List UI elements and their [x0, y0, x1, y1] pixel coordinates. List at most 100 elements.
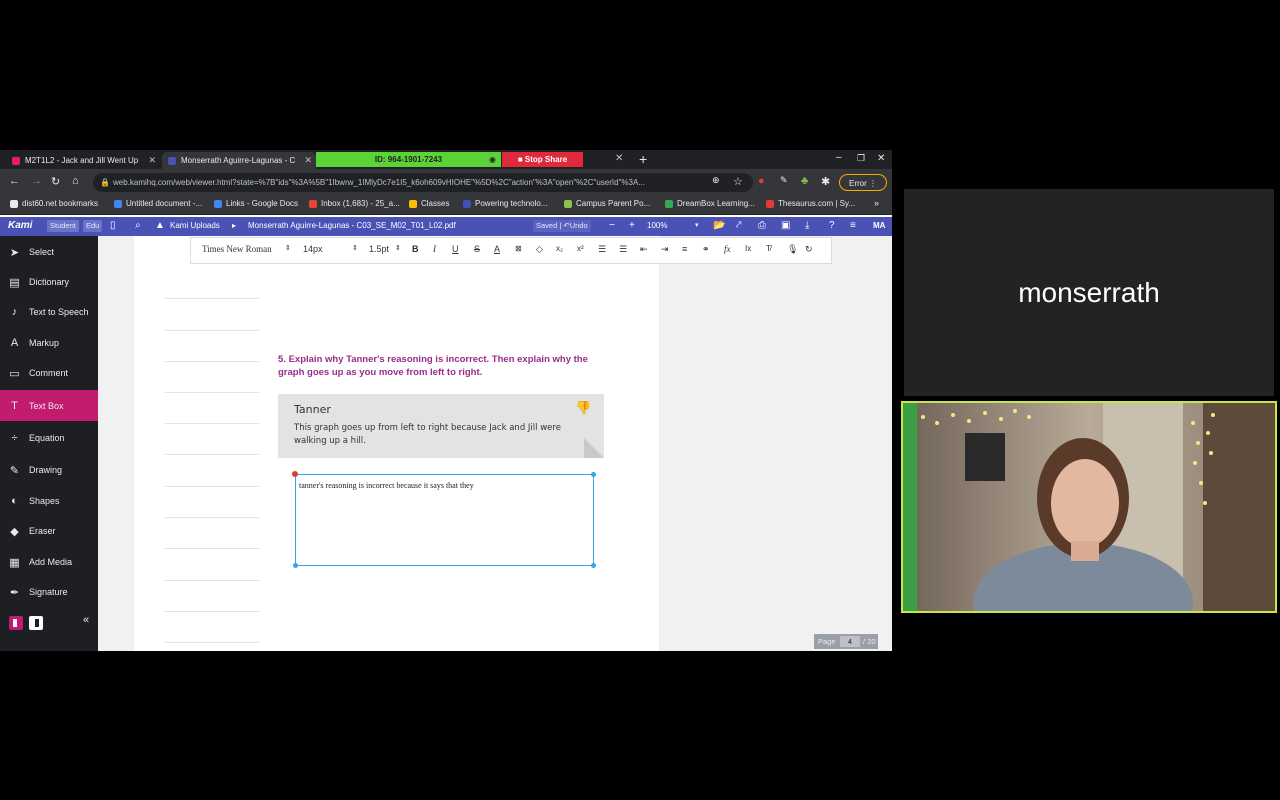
url-field[interactable]: 🔒 web.kamihq.com/web/viewer.html?state=%…	[93, 173, 753, 192]
clear-format-icon[interactable]: Ix	[745, 244, 751, 253]
user-avatar[interactable]: MA	[873, 221, 885, 230]
answer-text-box[interactable]: tanner's reasoning is incorrect because …	[292, 471, 596, 568]
font-size-field[interactable]: 14px	[303, 244, 323, 254]
delete-handle[interactable]	[292, 471, 298, 477]
share-icon[interactable]: ⤤	[736, 220, 742, 231]
align-left-icon[interactable]: ≡	[682, 244, 687, 254]
formula-icon[interactable]: fx	[724, 244, 731, 254]
sidebar-item-label: Add Media	[29, 557, 73, 567]
bold-icon[interactable]: B	[412, 244, 419, 254]
layout-toggle-right[interactable]	[29, 616, 43, 630]
search-icon[interactable]: ⌕	[135, 220, 141, 231]
collapse-sidebar-icon[interactable]: «	[83, 614, 89, 626]
breadcrumb-folder[interactable]: Kami Uploads	[170, 221, 220, 230]
close-tab-icon[interactable]: ✕	[148, 155, 156, 166]
reload-icon[interactable]: ↻	[51, 175, 60, 188]
superscript-icon[interactable]: x²	[577, 244, 584, 253]
line-height-select[interactable]: 1.5pt	[369, 244, 389, 254]
markup-icon: A	[10, 337, 19, 349]
document-filename[interactable]: Monserrath Aguirre-Lagunas - C03_SE_M02_…	[248, 221, 456, 230]
text-color-icon[interactable]: A	[494, 244, 500, 254]
extension-record-icon[interactable]: ●	[758, 175, 765, 187]
save-icon[interactable]: ▣	[781, 220, 790, 231]
print-icon[interactable]: ⎙	[758, 220, 766, 231]
microphone-icon[interactable]: 🎙	[787, 244, 798, 255]
sidebar-item-comment[interactable]: ▭ Comment	[0, 358, 98, 388]
bookmark-item[interactable]: Classes	[409, 199, 449, 208]
sidebar-toggle-icon[interactable]: ▯	[110, 220, 116, 231]
location-icon[interactable]: ⊕	[712, 175, 720, 186]
clear-formatting-icon[interactable]: T̸	[766, 244, 771, 253]
sidebar-item-equation[interactable]: ÷ Equation	[0, 423, 98, 453]
sidebar-item-select[interactable]: ➤ Select	[0, 237, 98, 267]
minimize-icon[interactable]: –	[836, 152, 842, 163]
strikethrough-icon[interactable]: S	[474, 244, 480, 254]
sidebar-item-signature[interactable]: ✒ Signature	[0, 577, 98, 607]
outdent-icon[interactable]: ⇤	[640, 244, 648, 255]
restore-icon[interactable]: ❐	[857, 153, 865, 164]
numbered-list-icon[interactable]: ☰	[598, 244, 606, 255]
bookmark-item[interactable]: Thesaurus.com | Sy...	[766, 199, 855, 208]
page-number-input[interactable]: 4	[840, 636, 860, 647]
resize-handle[interactable]	[591, 563, 596, 568]
back-icon[interactable]: ←	[9, 175, 20, 187]
zoom-meeting-bar[interactable]: ID: 964-1901-7243 ◉	[316, 152, 501, 167]
extension-icon[interactable]: ✎	[780, 175, 788, 186]
sidebar-item-eraser[interactable]: ◆ Eraser	[0, 516, 98, 546]
tab-jack-and-jill[interactable]: M2T1L2 - Jack and Jill Went Up ✕	[6, 152, 160, 169]
bookmark-item[interactable]: dist60.net bookmarks	[10, 199, 98, 208]
close-tab-icon[interactable]: ✕	[304, 155, 312, 166]
bookmark-item[interactable]: DreamBox Learning...	[665, 199, 755, 208]
undo-label[interactable]: Undo	[570, 221, 588, 230]
chevron-down-icon[interactable]: ⇕	[395, 244, 401, 252]
extension-plant-icon[interactable]: ♣	[801, 175, 808, 187]
open-folder-icon[interactable]: 📂	[713, 220, 725, 231]
fill-icon[interactable]: ◇	[536, 244, 543, 255]
close-window-icon[interactable]: ✕	[877, 153, 885, 164]
tab-kami-document[interactable]: Monserrath Aguirre-Lagunas - C ✕	[162, 152, 316, 169]
bookmark-item[interactable]: Campus Parent Po...	[564, 199, 650, 208]
sidebar-item-shapes[interactable]: ◐ Shapes	[0, 486, 98, 516]
chevron-down-icon[interactable]: ⇕	[352, 244, 358, 252]
zoom-in-icon[interactable]: +	[629, 220, 635, 231]
profile-error-button[interactable]: Error ⋮	[839, 174, 887, 191]
sidebar-item-text-to-speech[interactable]: ♪ Text to Speech	[0, 297, 98, 327]
underline-icon[interactable]: U	[452, 244, 459, 254]
resize-handle[interactable]	[591, 472, 596, 477]
sidebar-item-text-box[interactable]: T Text Box	[0, 390, 98, 421]
font-family-select[interactable]: Times New Roman	[202, 244, 272, 254]
sidebar-item-dictionary[interactable]: ▤ Dictionary	[0, 267, 98, 297]
forward-icon[interactable]: →	[31, 175, 42, 187]
close-tab-icon[interactable]: ✕	[615, 153, 623, 164]
bookmark-item[interactable]: Links - Google Docs	[214, 199, 298, 208]
highlight-text-icon[interactable]: ⊠	[515, 244, 522, 253]
sidebar-item-drawing[interactable]: ✎ Drawing	[0, 455, 98, 485]
sidebar-item-add-media[interactable]: ▦ Add Media	[0, 547, 98, 577]
extensions-puzzle-icon[interactable]: ✱	[821, 175, 830, 188]
more-bookmarks-icon[interactable]: »	[874, 198, 879, 208]
rotate-icon[interactable]: ↻	[805, 244, 813, 255]
zoom-out-icon[interactable]: −	[609, 220, 615, 231]
resize-handle[interactable]	[293, 563, 298, 568]
bookmark-item[interactable]: Powering technolo...	[463, 199, 548, 208]
home-icon[interactable]: ⌂	[72, 175, 79, 187]
help-icon[interactable]: ?	[829, 220, 835, 231]
bookmark-item[interactable]: Inbox (1,683) - 25_a...	[309, 199, 400, 208]
menu-icon[interactable]: ≡	[850, 220, 856, 231]
chevron-down-icon[interactable]: ⇕	[285, 244, 291, 252]
bookmark-item[interactable]: Untitled document -...	[114, 199, 202, 208]
zoom-level[interactable]: 100%	[647, 221, 667, 230]
link-icon[interactable]: ⚭	[702, 244, 710, 255]
italic-icon[interactable]: I	[433, 244, 436, 254]
subscript-icon[interactable]: x₂	[556, 244, 563, 253]
zoom-dropdown-icon[interactable]: ▾	[695, 221, 699, 229]
sidebar-item-markup[interactable]: A Markup	[0, 328, 98, 358]
new-tab-icon[interactable]: +	[639, 151, 647, 167]
bookmark-star-icon[interactable]: ☆	[733, 175, 743, 188]
layout-toggle-left[interactable]	[9, 616, 23, 630]
stop-share-button[interactable]: ■ Stop Share	[502, 152, 583, 167]
sidebar-item-label: Select	[29, 247, 55, 257]
indent-icon[interactable]: ⇥	[661, 244, 669, 255]
bullet-list-icon[interactable]: ☰	[619, 244, 627, 255]
download-icon[interactable]: ⤓	[805, 220, 809, 231]
